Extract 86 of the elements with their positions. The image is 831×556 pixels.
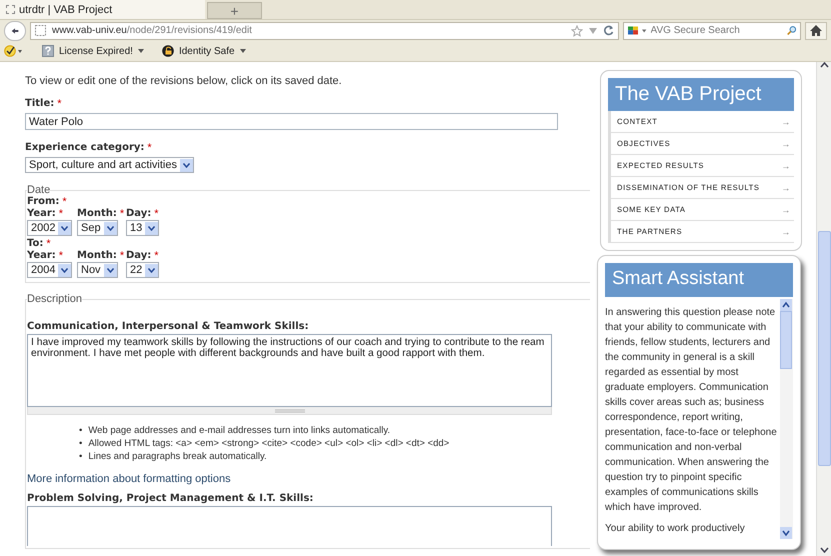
field-label: Title: bbox=[25, 98, 54, 110]
field-label: Month: bbox=[77, 250, 117, 262]
dropdown[interactable]: 2004 bbox=[27, 262, 72, 278]
avg-logo-icon bbox=[628, 25, 638, 36]
new-tab-button[interactable]: + bbox=[207, 2, 262, 19]
star-icon[interactable] bbox=[571, 24, 583, 36]
checkmark-menu-icon[interactable] bbox=[4, 45, 24, 57]
reload-icon[interactable] bbox=[603, 25, 614, 36]
panel-title: The VAB Project bbox=[608, 78, 794, 111]
scroll-thumb[interactable] bbox=[780, 311, 792, 369]
required-mark: * bbox=[120, 208, 124, 220]
help-text: Allowed HTML tags: <a> <em> <strong> <cite> <code> <ul> <ol> <li> <dl> <dt> <dd> bbox=[88, 437, 450, 450]
field-label: Problem Solving, Project Management & I.T. Skills: bbox=[27, 493, 314, 504]
field-label: Experience category: bbox=[25, 142, 144, 154]
bullet-mark: • bbox=[79, 450, 82, 463]
scroll-thumb[interactable] bbox=[818, 231, 830, 466]
address-bar[interactable]: www.vab-univ.eu/node/291/revisions/419/edit bbox=[30, 22, 619, 40]
field-label: To: bbox=[27, 238, 44, 250]
field-label: Year: bbox=[27, 208, 56, 220]
bookmark-menu[interactable]: License Expired! bbox=[42, 45, 144, 57]
required-mark: * bbox=[46, 238, 51, 250]
field-label: From: bbox=[27, 196, 60, 208]
dropdown-icon bbox=[138, 49, 144, 53]
caret-icon bbox=[182, 162, 190, 168]
caret-icon bbox=[106, 226, 114, 230]
text-area[interactable] bbox=[27, 506, 552, 546]
caret-icon bbox=[106, 268, 114, 272]
required-mark: * bbox=[57, 98, 62, 110]
required-mark: * bbox=[58, 208, 64, 220]
back-arrow-icon bbox=[11, 26, 19, 36]
title-field[interactable]: Water Polo bbox=[25, 113, 558, 130]
text-area[interactable]: I have improved my teamwork skills by following the instructions of our coach and trying to contribute to the ream environment. I have met people with different backgrounds and have built a good rapport with them. bbox=[27, 334, 552, 407]
dropdown[interactable]: 13 bbox=[126, 220, 160, 236]
bookmark-menu[interactable]: Identity Safe bbox=[162, 45, 246, 57]
scrollbar[interactable] bbox=[780, 299, 793, 539]
field-label: Month: bbox=[77, 208, 117, 220]
caret-icon bbox=[148, 226, 156, 230]
field-label: Day: bbox=[126, 208, 152, 220]
lock-icon bbox=[162, 45, 174, 57]
required-mark: * bbox=[120, 250, 124, 262]
dropdown[interactable]: 22 bbox=[126, 262, 160, 278]
required-mark: * bbox=[58, 250, 64, 262]
scroll-down-icon bbox=[780, 527, 792, 539]
back-button[interactable] bbox=[4, 20, 26, 40]
scroll-up-icon bbox=[820, 62, 828, 68]
bullet-mark: • bbox=[79, 437, 82, 450]
required-mark: * bbox=[62, 196, 67, 208]
home-button[interactable] bbox=[805, 22, 827, 40]
caret-icon bbox=[61, 226, 68, 230]
dropdown[interactable]: Sep bbox=[77, 220, 118, 236]
bullet-mark: • bbox=[79, 424, 82, 437]
dropdown-icon[interactable] bbox=[642, 28, 647, 32]
home-icon bbox=[810, 25, 822, 36]
dropdown-icon bbox=[240, 49, 246, 53]
page-icon bbox=[35, 25, 46, 36]
page-scrollbar[interactable] bbox=[816, 62, 831, 556]
section-legend: Description bbox=[27, 293, 82, 305]
question-icon bbox=[42, 45, 54, 57]
help-paragraph: Your ability to work productively bbox=[605, 522, 746, 536]
field-label: Year: bbox=[27, 250, 56, 262]
formatting-link[interactable]: More information about formatting options bbox=[27, 473, 231, 485]
browser-tab[interactable]: utrdtr | VAB Project bbox=[0, 0, 205, 19]
scroll-up-icon bbox=[780, 299, 792, 311]
search-field[interactable]: AVG Secure Search bbox=[650, 25, 783, 36]
required-mark: * bbox=[147, 142, 152, 154]
help-paragraph: In answering this question please note that your ability to communicate with friends, fellow students, lecturers and the community in general is a skill regarded as essential by most graduate employers. Communication skills cover areas such as; business correspondence, report writing, presentation, face-to-face or telephone communication and non-verbal communication. When answering the question try to pinpoint specific examples of communications skills which have improved. bbox=[605, 306, 778, 515]
caret-icon bbox=[148, 268, 156, 272]
search-icon[interactable] bbox=[786, 24, 796, 37]
field-label: Communication, Interpersonal & Teamwork Skills: bbox=[27, 321, 309, 332]
dropdown[interactable]: Sport, culture and art activities bbox=[25, 157, 194, 173]
grip-lines-icon bbox=[274, 408, 304, 412]
help-text: Web page addresses and e-mail addresses turn into links automatically. bbox=[88, 424, 390, 437]
required-mark: * bbox=[154, 250, 159, 262]
required-mark: * bbox=[154, 208, 159, 220]
search-box[interactable]: AVG Secure Search bbox=[623, 22, 801, 40]
resize-handle[interactable] bbox=[27, 407, 552, 415]
field-label: Day: bbox=[126, 250, 152, 262]
panel-title: Smart Assistant bbox=[605, 263, 793, 297]
section-legend: Date bbox=[27, 184, 50, 196]
instruction-text: To view or edit one of the revisions below, click on its saved date. bbox=[25, 75, 343, 87]
dropdown-icon[interactable] bbox=[589, 28, 597, 34]
dropdown[interactable]: 2002 bbox=[27, 220, 72, 236]
caret-icon bbox=[61, 268, 68, 272]
dropdown[interactable]: Nov bbox=[77, 262, 118, 278]
help-text: Lines and paragraphs break automatically. bbox=[88, 450, 267, 463]
scroll-down-icon bbox=[820, 546, 828, 552]
